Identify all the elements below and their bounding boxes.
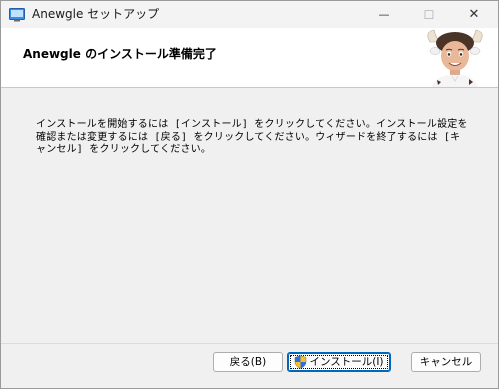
back-button[interactable]: 戻る(B) — [213, 352, 283, 372]
maximize-button[interactable]: ☐ — [406, 1, 452, 28]
minimize-icon: — — [378, 8, 390, 21]
close-button[interactable]: ✕ — [451, 1, 497, 28]
back-button-label: 戻る(B) — [229, 356, 267, 368]
page-title: Anewgle のインストール準備完了 — [23, 47, 217, 61]
close-icon: ✕ — [468, 7, 480, 22]
minimize-button[interactable]: — — [361, 1, 407, 28]
header-banner: Anewgle のインストール準備完了 — [1, 28, 498, 88]
title-bar[interactable]: Anewgle セットアップ — ☐ ✕ — [1, 1, 498, 28]
mascot-character-image — [427, 29, 483, 87]
cancel-button[interactable]: キャンセル — [411, 352, 481, 372]
setup-window: Anewgle セットアップ — ☐ ✕ Anewgle のインストール準備完了 — [0, 0, 499, 389]
footer-divider — [1, 343, 498, 344]
install-button-label: インストール(I) — [309, 356, 384, 368]
maximize-icon: ☐ — [423, 7, 435, 22]
uac-shield-icon — [294, 355, 307, 369]
cancel-button-label: キャンセル — [419, 356, 473, 368]
window-title: Anewgle セットアップ — [32, 7, 160, 21]
installer-app-icon — [9, 7, 25, 22]
install-button[interactable]: インストール(I) — [287, 352, 391, 372]
instructions-text: インストールを開始するには [インストール] をクリックしてください。インストー… — [36, 119, 468, 155]
